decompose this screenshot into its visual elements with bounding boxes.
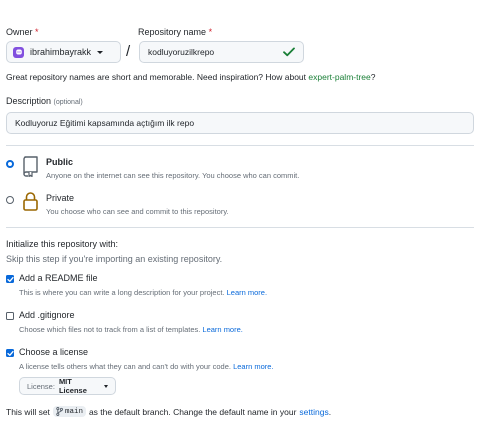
lock-icon [23, 192, 38, 211]
public-desc: Anyone on the internet can see this repo… [46, 171, 300, 180]
description-value: Kodluyoruz Eğitimi kapsamında açtığım il… [15, 118, 195, 128]
check-icon [6, 276, 14, 282]
license-select[interactable]: License: MIT License [19, 377, 116, 395]
name-suggestion-link[interactable]: expert-palm-tree [308, 72, 370, 82]
private-desc: You choose who can see and commit to thi… [46, 207, 229, 216]
avatar [13, 46, 24, 58]
divider [6, 227, 474, 228]
repo-name-label: Repository name * [138, 27, 213, 37]
chevron-down-icon [104, 384, 108, 388]
repo-name-hint: Great repository names are short and mem… [6, 72, 376, 82]
license-select-value: MIT License [58, 377, 87, 395]
readme-learn-more-link[interactable]: Learn more. [227, 288, 267, 297]
public-title: Public [46, 157, 74, 167]
readme-label: Add a README file [19, 273, 98, 283]
check-icon [283, 47, 295, 57]
license-desc: A license tells others what they can and… [19, 362, 274, 371]
license-label: Choose a license [19, 347, 89, 357]
check-icon [6, 350, 14, 356]
default-branch-note: This will set main as the default branch… [6, 406, 332, 417]
public-radio[interactable] [6, 160, 14, 168]
repo-name-value: kodluyoruzilkrepo [148, 47, 215, 57]
gitignore-label: Add .gitignore [19, 310, 75, 320]
repo-name-input[interactable]: kodluyoruzilkrepo [139, 41, 304, 63]
description-label: Description (optional) [6, 96, 83, 106]
private-radio[interactable] [6, 196, 14, 204]
settings-link[interactable]: settings [299, 407, 328, 417]
license-select-prefix: License: [27, 381, 55, 391]
license-learn-more-link[interactable]: Learn more. [233, 362, 273, 371]
readme-desc: This is where you can write a long descr… [19, 288, 268, 297]
init-heading: Initialize this repository with: [6, 239, 119, 249]
owner-label: Owner * [6, 27, 39, 37]
octocat-avatar-icon [15, 49, 22, 55]
branch-badge: main [52, 406, 86, 417]
readme-checkbox[interactable] [6, 275, 14, 283]
owner-value: ibrahimbayrakk [30, 47, 92, 57]
init-subheading: Skip this step if you're importing an ex… [6, 254, 223, 264]
owner-dropdown[interactable]: ibrahimbayrakk [6, 41, 121, 63]
description-input[interactable]: Kodluyoruz Eğitimi kapsamında açtığım il… [6, 112, 474, 134]
repo-icon [23, 156, 38, 177]
chevron-down-icon [97, 50, 104, 54]
private-title: Private [46, 193, 75, 203]
gitignore-learn-more-link[interactable]: Learn more. [202, 325, 242, 334]
license-checkbox[interactable] [6, 349, 14, 357]
git-branch-icon [56, 407, 63, 416]
gitignore-checkbox[interactable] [6, 312, 14, 320]
divider [6, 145, 474, 146]
gitignore-desc: Choose which files not to track from a l… [19, 325, 243, 334]
branch-name: main [64, 407, 83, 416]
owner-repo-separator: / [126, 43, 131, 60]
